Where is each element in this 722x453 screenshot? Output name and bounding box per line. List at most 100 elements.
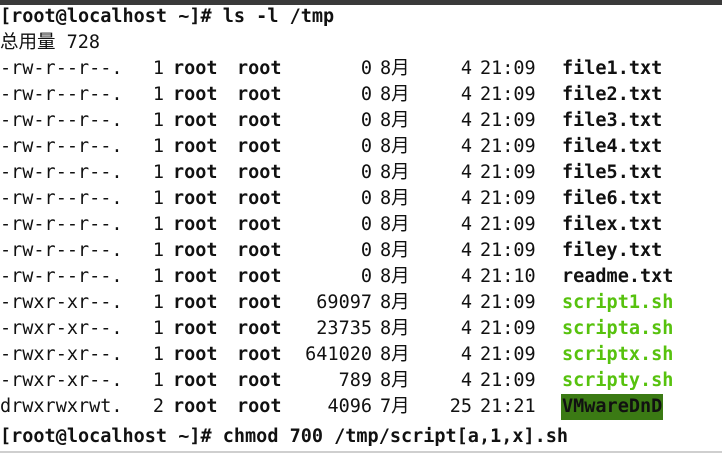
time: 21:09 <box>480 136 536 157</box>
prompt-line-1: [root@localhost ~]# ls -l /tmp <box>0 4 334 30</box>
day: 4 <box>460 214 472 235</box>
day: 4 <box>460 266 472 287</box>
month: 8月 <box>380 344 410 365</box>
file-size: 0 <box>360 266 372 287</box>
month: 8月 <box>380 162 410 183</box>
time: 21:09 <box>480 110 536 131</box>
day: 4 <box>460 318 472 339</box>
permissions: drwxrwxrwt. <box>0 396 123 417</box>
group: root <box>237 58 282 79</box>
time: 21:09 <box>480 318 536 339</box>
shell-prompt: [root@localhost ~]# <box>0 6 223 27</box>
file-size: 69097 <box>316 292 372 313</box>
command-text: chmod 700 /tmp/script[a,1,x].sh <box>222 426 569 447</box>
file-name: file5.txt <box>562 162 663 183</box>
time: 21:09 <box>480 188 536 209</box>
month: 8月 <box>380 188 410 209</box>
owner: root <box>173 344 218 365</box>
group: root <box>237 344 282 365</box>
file-size: 4096 <box>327 396 372 417</box>
link-count: 1 <box>152 344 164 365</box>
command-text: ls -l /tmp <box>222 6 335 27</box>
month: 8月 <box>380 318 410 339</box>
file-name: scripty.sh <box>562 370 674 391</box>
month: 8月 <box>380 370 410 391</box>
group: root <box>237 240 282 261</box>
group: root <box>237 136 282 157</box>
time: 21:09 <box>480 344 536 365</box>
owner: root <box>173 84 218 105</box>
link-count: 1 <box>152 370 164 391</box>
link-count: 1 <box>152 240 164 261</box>
file-name: file3.txt <box>562 110 663 131</box>
link-count: 1 <box>152 162 164 183</box>
permissions: -rw-r--r--. <box>0 240 123 261</box>
month: 8月 <box>380 58 410 79</box>
owner: root <box>173 188 218 209</box>
link-count: 1 <box>152 266 164 287</box>
time: 21:09 <box>480 214 536 235</box>
prompt-line-2: [root@localhost ~]# chmod 700 /tmp/scrip… <box>0 424 568 450</box>
day: 4 <box>460 110 472 131</box>
permissions: -rw-r--r--. <box>0 214 123 235</box>
month: 8月 <box>380 214 410 235</box>
file-size: 0 <box>360 240 372 261</box>
month: 8月 <box>380 266 410 287</box>
file-name: scripta.sh <box>562 318 674 339</box>
permissions: -rw-r--r--. <box>0 188 123 209</box>
permissions: -rwxr-xr--. <box>0 292 123 313</box>
owner: root <box>173 318 218 339</box>
file-size: 0 <box>360 188 372 209</box>
time: 21:09 <box>480 58 536 79</box>
day: 4 <box>460 162 472 183</box>
permissions: -rw-r--r--. <box>0 162 123 183</box>
link-count: 1 <box>152 58 164 79</box>
day: 4 <box>460 240 472 261</box>
terminal-window[interactable]: [root@localhost ~]# ls -l /tmp 总用量 728 -… <box>0 0 722 453</box>
time: 21:09 <box>480 84 536 105</box>
file-name: file6.txt <box>562 188 663 209</box>
owner: root <box>173 110 218 131</box>
owner: root <box>173 136 218 157</box>
file-size: 0 <box>360 84 372 105</box>
permissions: -rw-r--r--. <box>0 136 123 157</box>
shell-prompt: [root@localhost ~]# <box>0 426 223 447</box>
day: 4 <box>460 136 472 157</box>
group: root <box>237 318 282 339</box>
day: 4 <box>460 188 472 209</box>
month: 7月 <box>380 396 410 417</box>
owner: root <box>173 292 218 313</box>
owner: root <box>173 240 218 261</box>
time: 21:09 <box>480 162 536 183</box>
file-size: 789 <box>338 370 372 391</box>
time: 21:09 <box>480 240 536 261</box>
group: root <box>237 162 282 183</box>
link-count: 1 <box>152 318 164 339</box>
group: root <box>237 214 282 235</box>
file-size: 641020 <box>305 344 372 365</box>
day: 4 <box>460 58 472 79</box>
file-name: file4.txt <box>562 136 663 157</box>
permissions: -rw-r--r--. <box>0 84 123 105</box>
group: root <box>237 84 282 105</box>
link-count: 1 <box>152 188 164 209</box>
month: 8月 <box>380 136 410 157</box>
file-name: script1.sh <box>562 292 674 313</box>
file-name: scriptx.sh <box>562 344 674 365</box>
file-name: readme.txt <box>562 266 674 287</box>
day: 4 <box>460 370 472 391</box>
owner: root <box>173 162 218 183</box>
permissions: -rw-r--r--. <box>0 266 123 287</box>
month: 8月 <box>380 292 410 313</box>
file-size: 0 <box>360 58 372 79</box>
time: 21:10 <box>480 266 536 287</box>
owner: root <box>173 370 218 391</box>
month: 8月 <box>380 84 410 105</box>
link-count: 1 <box>152 214 164 235</box>
permissions: -rw-r--r--. <box>0 110 123 131</box>
total-line: 总用量 728 <box>0 32 101 53</box>
group: root <box>237 370 282 391</box>
group: root <box>237 188 282 209</box>
group: root <box>237 266 282 287</box>
file-size: 0 <box>360 136 372 157</box>
